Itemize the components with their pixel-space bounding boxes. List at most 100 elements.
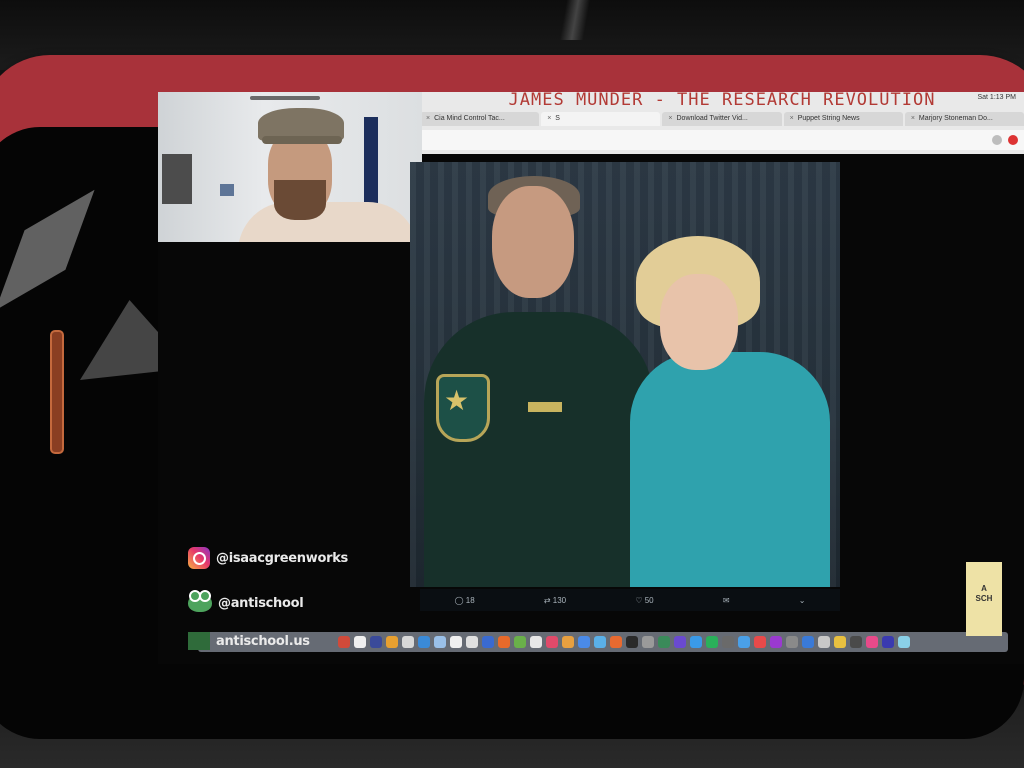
dock-app-icon[interactable] — [370, 636, 382, 648]
dock-app-icon[interactable] — [882, 636, 894, 648]
streamer-beard — [274, 180, 326, 220]
social-instagram: @isaacgreenworks — [188, 547, 348, 569]
browser-tab[interactable]: × Download Twitter Vid... — [662, 112, 782, 126]
dock-app-icon[interactable] — [866, 636, 878, 648]
dock-app-icon[interactable] — [530, 636, 542, 648]
dock-app-icon[interactable] — [434, 636, 446, 648]
phone-speaker — [50, 330, 64, 454]
stream-title: JAMES MUNDER - THE RESEARCH REVOLUTION — [508, 92, 936, 110]
frog-icon — [188, 590, 212, 612]
dock-app-icon[interactable] — [418, 636, 430, 648]
dock-app-icon[interactable] — [690, 636, 702, 648]
like-button[interactable]: ♡ 50 — [635, 596, 653, 605]
twitter-handle: @antischool — [218, 595, 304, 611]
dock-app-icon[interactable] — [594, 636, 606, 648]
webcam-overlay — [158, 92, 422, 242]
browser-tab[interactable]: × Cia Mind Control Tac... — [420, 112, 540, 126]
retweet-icon: ⇄ — [543, 595, 551, 605]
reply-icon: ◯ — [454, 595, 464, 605]
dock-app-icon[interactable] — [722, 636, 734, 648]
phone-screen: JAMES MUNDER - THE RESEARCH REVOLUTION S… — [158, 92, 1024, 664]
background-tv — [162, 154, 192, 204]
sticky-note: A SCH — [966, 562, 1002, 636]
dock-app-icon[interactable] — [786, 636, 798, 648]
dock-app-icon[interactable] — [562, 636, 574, 648]
browser-tab-label: Cia Mind Control Tac... — [434, 115, 505, 122]
dock-app-icon[interactable] — [610, 636, 622, 648]
teal-jacket — [630, 352, 830, 587]
instagram-handle: @isaacgreenworks — [216, 550, 348, 566]
browser-tab[interactable]: × S — [541, 112, 661, 126]
browser-tab[interactable]: × Puppet String News — [783, 112, 903, 126]
dock-app-icon[interactable] — [546, 636, 558, 648]
dock-app-icon[interactable] — [818, 636, 830, 648]
dock-app-icon[interactable] — [802, 636, 814, 648]
social-twitter: @antischool — [188, 590, 304, 614]
dock-app-icon[interactable] — [658, 636, 670, 648]
tweet-photo[interactable]: ★ — [410, 162, 840, 587]
dock-app-icon[interactable] — [386, 636, 398, 648]
dock-app-icon[interactable] — [770, 636, 782, 648]
close-icon[interactable]: × — [668, 115, 672, 122]
streamer-shirt — [238, 202, 418, 242]
officer-face — [492, 186, 574, 298]
dock-app-icon[interactable] — [482, 636, 494, 648]
browser-tab-label: Marjory Stoneman Do... — [918, 115, 993, 122]
name-tag — [528, 402, 562, 412]
dock-app-icon[interactable] — [706, 636, 718, 648]
instagram-icon — [188, 547, 210, 569]
dock-app-icon[interactable] — [354, 636, 366, 648]
message-icon: ✉ — [722, 595, 730, 605]
action-count: 50 — [642, 595, 654, 605]
ceiling-light-reflection — [520, 0, 630, 40]
browser-tab-bar: × Cia Mind Control Tac... × S × Download Twit… — [420, 112, 1024, 126]
dock-app-icon[interactable] — [850, 636, 862, 648]
dock-app-icon[interactable] — [898, 636, 910, 648]
close-icon[interactable]: × — [547, 115, 551, 122]
retweet-button[interactable]: ⇄ 130 — [544, 596, 566, 605]
social-website: antischool.us — [188, 630, 310, 652]
chevron-down-icon: ⌄ — [798, 595, 806, 605]
dock-app-icon[interactable] — [514, 636, 526, 648]
action-count: 130 — [550, 595, 567, 605]
close-icon[interactable]: × — [911, 115, 915, 122]
browser-tab-label: Puppet String News — [797, 115, 860, 122]
dock-app-icon[interactable] — [578, 636, 590, 648]
ceiling-fan — [250, 96, 320, 100]
wall-poster — [220, 184, 234, 196]
dock-app-icon[interactable] — [338, 636, 350, 648]
dock-app-icon[interactable] — [626, 636, 638, 648]
browser-tab-label: Download Twitter Vid... — [676, 115, 748, 122]
dock-app-icon[interactable] — [834, 636, 846, 648]
stop-icon[interactable] — [1008, 135, 1018, 145]
close-icon[interactable]: × — [426, 115, 430, 122]
tweet-action-bar: ◯ 18 ⇄ 130 ♡ 50 ✉ ⌄ — [420, 589, 840, 611]
dock-app-icon[interactable] — [674, 636, 686, 648]
website-url: antischool.us — [216, 633, 310, 649]
close-icon[interactable]: × — [790, 115, 794, 122]
menu-bar-clock: Sat 1:13 PM — [977, 94, 1016, 101]
dock-app-icon[interactable] — [466, 636, 478, 648]
chevron-down-button[interactable]: ⌄ — [799, 596, 806, 605]
browser-tab[interactable]: × Marjory Stoneman Do... — [904, 112, 1024, 126]
dock-app-icon[interactable] — [642, 636, 654, 648]
dock-app-icon[interactable] — [754, 636, 766, 648]
background-window — [364, 117, 378, 212]
officer-uniform — [424, 312, 654, 587]
dock-app-icon[interactable] — [498, 636, 510, 648]
dock-app-icon[interactable] — [402, 636, 414, 648]
browser-address-bar[interactable] — [420, 130, 1024, 150]
dock-app-icon[interactable] — [738, 636, 750, 648]
dock-app-icon[interactable] — [450, 636, 462, 648]
message-button[interactable]: ✉ — [723, 596, 730, 605]
woman-face — [660, 274, 738, 370]
website-icon — [188, 632, 210, 650]
like-icon: ♡ — [635, 595, 643, 605]
star-badge-icon: ★ — [444, 385, 470, 416]
mac-dock — [198, 632, 1008, 652]
action-count: 18 — [463, 595, 475, 605]
browser-window-header: JAMES MUNDER - THE RESEARCH REVOLUTION S… — [420, 92, 1024, 154]
browser-tab-label: S — [555, 115, 560, 122]
extension-icon[interactable] — [992, 135, 1002, 145]
reply-button[interactable]: ◯ 18 — [455, 596, 475, 605]
